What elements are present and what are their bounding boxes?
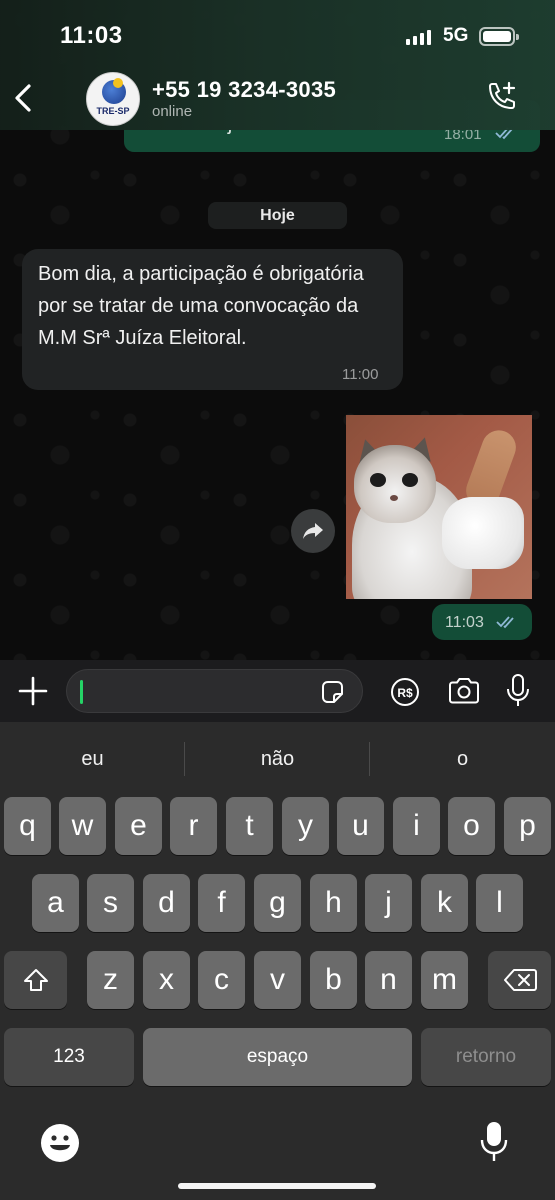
numbers-key[interactable]: 123 bbox=[4, 1028, 134, 1086]
plus-icon bbox=[18, 676, 48, 706]
key-v[interactable]: v bbox=[254, 951, 301, 1009]
key-e[interactable]: e bbox=[115, 797, 162, 855]
space-key[interactable]: espaço bbox=[143, 1028, 412, 1086]
contact-name[interactable]: +55 19 3234-3035 bbox=[152, 77, 336, 103]
key-l[interactable]: l bbox=[476, 874, 523, 932]
camera-button[interactable] bbox=[447, 676, 481, 706]
key-i[interactable]: i bbox=[393, 797, 440, 855]
cat-thumbs-up-sticker[interactable] bbox=[346, 415, 532, 599]
emoji-keyboard-button[interactable] bbox=[39, 1122, 81, 1164]
message-input[interactable] bbox=[66, 669, 363, 713]
key-w[interactable]: w bbox=[59, 797, 106, 855]
suggestion-2[interactable]: não bbox=[185, 748, 370, 771]
avatar[interactable]: TRE-SP bbox=[86, 72, 140, 126]
key-d[interactable]: d bbox=[143, 874, 190, 932]
incoming-message-text: Bom dia, a participação é obrigatória po… bbox=[38, 263, 364, 349]
battery-icon bbox=[479, 27, 519, 46]
back-button[interactable] bbox=[8, 78, 38, 118]
shift-icon bbox=[23, 969, 48, 991]
key-o[interactable]: o bbox=[448, 797, 495, 855]
key-b[interactable]: b bbox=[310, 951, 357, 1009]
text-caret bbox=[80, 680, 83, 704]
status-bar-time: 11:03 bbox=[60, 22, 123, 49]
key-j[interactable]: j bbox=[365, 874, 412, 932]
day-separator-label: Hoje bbox=[260, 206, 295, 224]
phone-plus-icon bbox=[489, 81, 516, 109]
chat-header: 11:03 5G TRE-SP +55 19 3234-3035 online bbox=[0, 0, 555, 130]
microphone-icon bbox=[480, 1122, 508, 1161]
keyboard: eu não o q w e r t y u i o p a s d f g h… bbox=[0, 722, 555, 1200]
key-z[interactable]: z bbox=[87, 951, 134, 1009]
key-r[interactable]: r bbox=[170, 797, 217, 855]
key-s[interactable]: s bbox=[87, 874, 134, 932]
microphone-icon bbox=[507, 674, 529, 706]
add-call-button[interactable] bbox=[484, 80, 520, 116]
attach-button[interactable] bbox=[16, 674, 50, 708]
camera-icon bbox=[449, 678, 479, 704]
message-input-bar: R$ bbox=[0, 660, 555, 722]
sticker-time: 11:03 bbox=[445, 614, 484, 631]
payment-button[interactable]: R$ bbox=[390, 677, 420, 707]
suggestion-3[interactable]: o bbox=[370, 748, 555, 771]
chevron-left-icon bbox=[15, 84, 31, 112]
day-separator: Hoje bbox=[208, 202, 347, 229]
backspace-icon bbox=[503, 969, 537, 991]
return-key[interactable]: retorno bbox=[421, 1028, 551, 1086]
forward-button[interactable] bbox=[291, 509, 335, 553]
network-type: 5G bbox=[443, 25, 469, 46]
svg-text:R$: R$ bbox=[397, 686, 413, 700]
shift-key[interactable] bbox=[4, 951, 67, 1009]
contact-status: online bbox=[152, 103, 193, 120]
key-g[interactable]: g bbox=[254, 874, 301, 932]
key-f[interactable]: f bbox=[198, 874, 245, 932]
key-y[interactable]: y bbox=[282, 797, 329, 855]
sticker-button[interactable] bbox=[319, 679, 345, 705]
avatar-logo-text: TRE-SP bbox=[96, 106, 130, 116]
signal-icon bbox=[406, 29, 431, 45]
key-c[interactable]: c bbox=[198, 951, 245, 1009]
key-m[interactable]: m bbox=[421, 951, 468, 1009]
sticker-icon bbox=[322, 681, 343, 703]
key-h[interactable]: h bbox=[310, 874, 357, 932]
read-ticks-icon bbox=[496, 616, 514, 629]
logo-globe-icon bbox=[102, 78, 126, 104]
forward-icon bbox=[303, 523, 323, 539]
currency-real-icon: R$ bbox=[391, 678, 419, 706]
backspace-key[interactable] bbox=[488, 951, 551, 1009]
key-x[interactable]: x bbox=[143, 951, 190, 1009]
key-k[interactable]: k bbox=[421, 874, 468, 932]
dictation-button[interactable] bbox=[479, 1120, 509, 1164]
key-p[interactable]: p bbox=[504, 797, 551, 855]
autocomplete-bar: eu não o bbox=[0, 722, 555, 798]
incoming-message-time: 11:00 bbox=[342, 366, 379, 383]
key-t[interactable]: t bbox=[226, 797, 273, 855]
key-q[interactable]: q bbox=[4, 797, 51, 855]
key-n[interactable]: n bbox=[365, 951, 412, 1009]
key-u[interactable]: u bbox=[337, 797, 384, 855]
home-indicator bbox=[178, 1183, 376, 1189]
emoji-icon bbox=[41, 1124, 79, 1162]
suggestion-1[interactable]: eu bbox=[0, 748, 185, 771]
voice-message-button[interactable] bbox=[505, 673, 531, 709]
key-a[interactable]: a bbox=[32, 874, 79, 932]
